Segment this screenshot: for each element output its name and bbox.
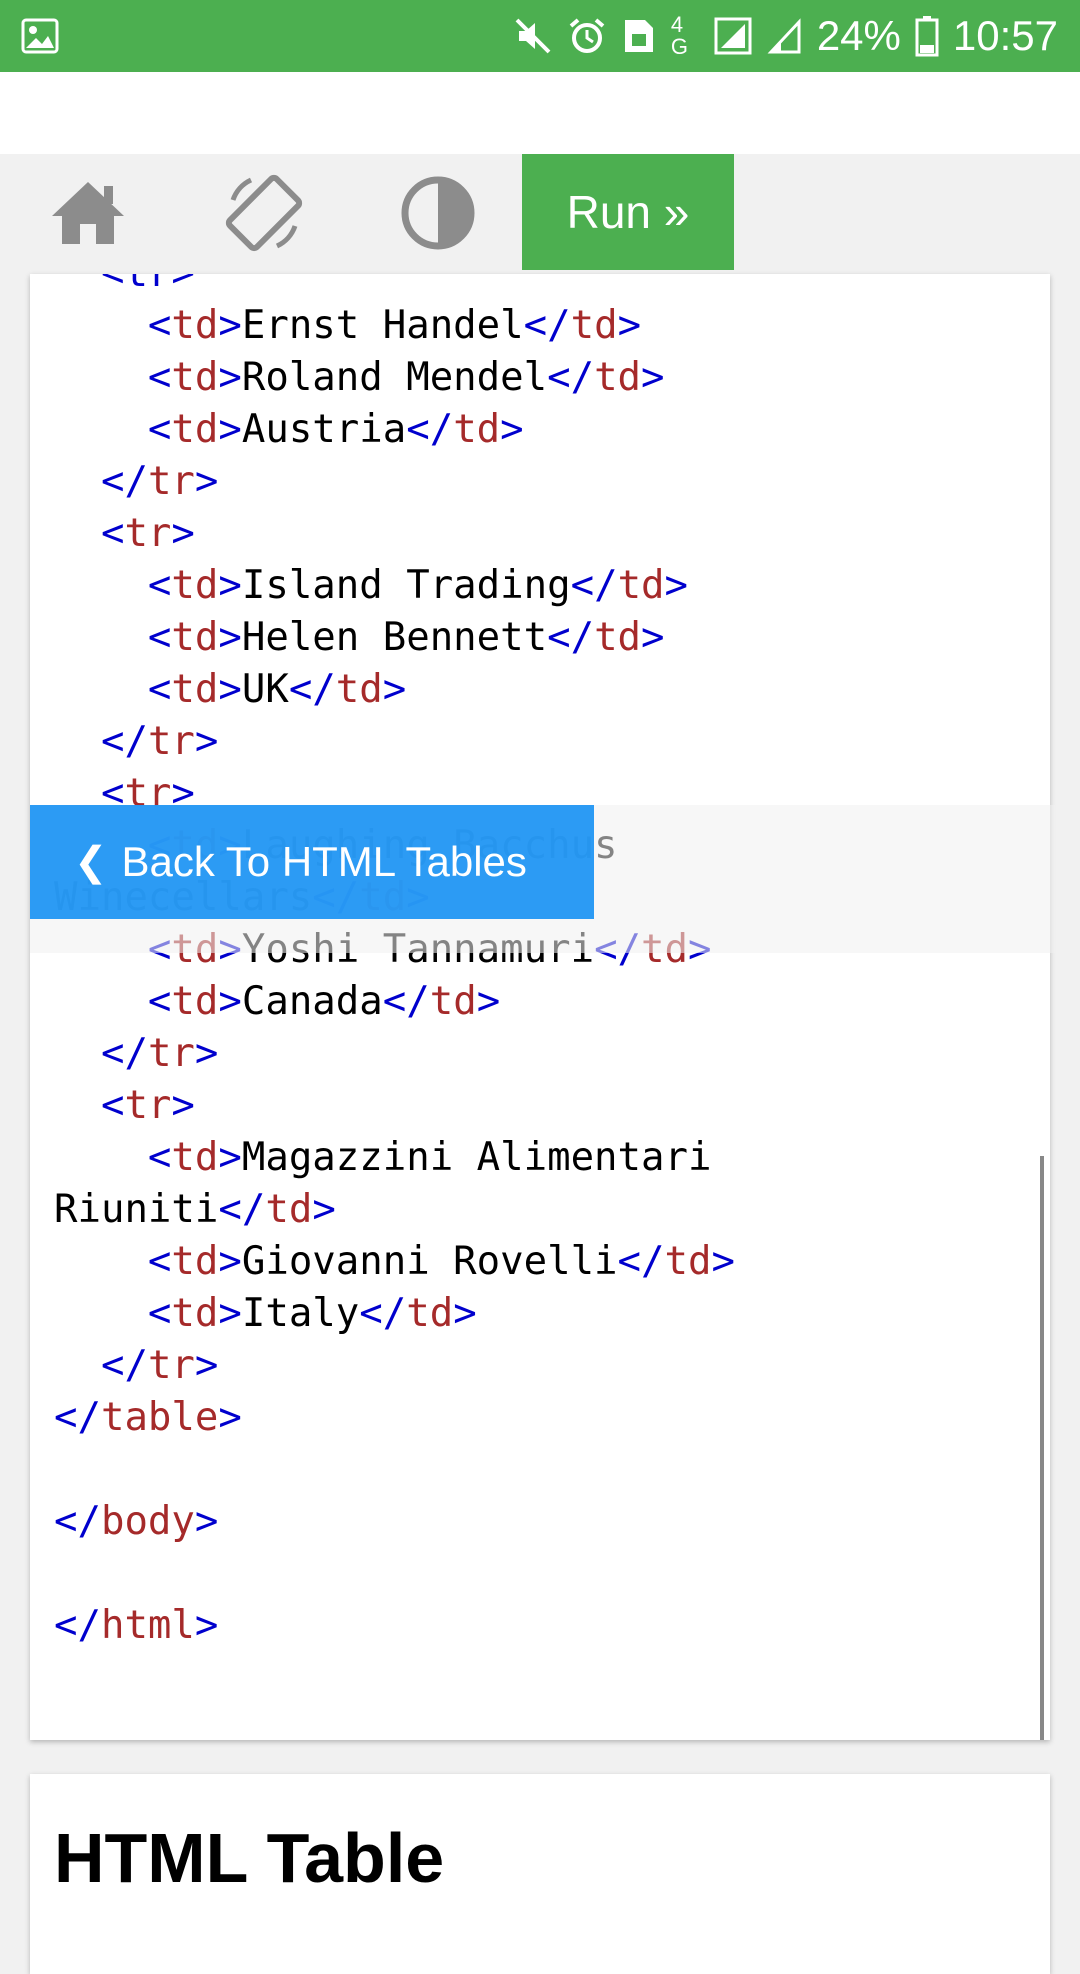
- section-heading: HTML Table: [54, 1819, 445, 1897]
- code-line: </html>: [54, 1603, 219, 1648]
- back-to-tables-button[interactable]: ❮ Back To HTML Tables: [30, 805, 594, 919]
- status-bar: 4G 24% 10:57: [0, 0, 1080, 72]
- code-line: <td>UK</td>: [147, 667, 407, 712]
- chevron-left-icon: ❮: [74, 840, 108, 884]
- rotate-button[interactable]: [206, 154, 322, 272]
- signal-icon-secondary: [767, 18, 801, 54]
- code-line: <td>Giovanni Rovelli</td>: [147, 1239, 735, 1284]
- rotate-icon: [225, 174, 303, 252]
- mute-icon: [515, 18, 551, 54]
- code-line: <td>Canada</td>: [147, 979, 501, 1024]
- code-line: <td>Austria</td>: [147, 407, 524, 452]
- network-type-label: 4G: [670, 12, 688, 59]
- alarm-icon: [569, 18, 605, 53]
- back-button-label: Back To HTML Tables: [121, 838, 527, 885]
- code-line: <td>Italy</td>: [147, 1291, 477, 1336]
- code-line: <td>Helen Bennett</td>: [147, 615, 665, 660]
- browser-top-strip: [0, 72, 1080, 154]
- code-text[interactable]: <tr> <td>Ernst Handel</td> <td>Roland Me…: [54, 274, 735, 1652]
- theme-toggle-button[interactable]: [380, 154, 496, 272]
- code-line: </tr>: [100, 1031, 219, 1076]
- code-line: <tr>: [54, 274, 735, 300]
- code-line: </tr>: [100, 1343, 219, 1388]
- code-line: Riuniti</td>: [54, 1187, 336, 1232]
- home-button[interactable]: [30, 154, 146, 272]
- code-line: <td>Island Trading</td>: [147, 563, 689, 608]
- sim-icon: [624, 20, 653, 52]
- clock: 10:57: [952, 12, 1058, 59]
- editor-toolbar: Run »: [0, 154, 1080, 272]
- home-icon: [52, 182, 124, 244]
- battery-percent: 24%: [816, 12, 901, 59]
- signal-icon: [714, 17, 752, 55]
- code-line: </tr>: [100, 459, 219, 504]
- code-line: <td>Ernst Handel</td>: [147, 303, 642, 348]
- content-card: HTML Table: [30, 1774, 1050, 1974]
- battery-icon: [915, 16, 939, 57]
- code-line: <td>Magazzini Alimentari: [147, 1135, 712, 1180]
- code-editor[interactable]: <tr> <td>Ernst Handel</td> <td>Roland Me…: [30, 274, 1050, 1740]
- code-line: <tr>: [100, 511, 195, 556]
- contrast-icon: [401, 176, 475, 250]
- run-button[interactable]: Run »: [522, 154, 734, 270]
- code-line: </tr>: [100, 719, 219, 764]
- code-line: </body>: [54, 1499, 219, 1544]
- code-scrollbar[interactable]: [1040, 1156, 1044, 1740]
- status-icons: 4G 24% 10:57: [513, 0, 1058, 72]
- image-icon: [21, 18, 59, 54]
- code-line: <tr>: [100, 1083, 195, 1128]
- code-line: <td>Roland Mendel</td>: [147, 355, 665, 400]
- code-line: </table>: [54, 1395, 242, 1440]
